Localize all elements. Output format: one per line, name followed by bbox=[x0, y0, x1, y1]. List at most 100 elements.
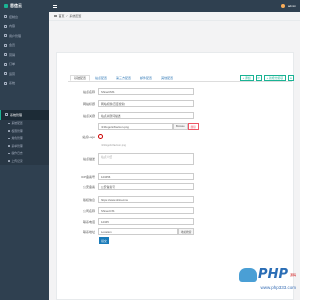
chart-icon bbox=[4, 72, 7, 76]
sidebar-subitem-label: 角色管理 bbox=[11, 136, 23, 141]
add-group-button[interactable]: + 新增分组项 bbox=[263, 75, 286, 81]
home-icon bbox=[54, 14, 57, 18]
icp-input[interactable]: 123456 bbox=[98, 173, 194, 180]
cart-icon bbox=[4, 62, 7, 66]
police-label: 公安备案 bbox=[82, 184, 95, 189]
address-input[interactable]: Location bbox=[98, 228, 178, 235]
logo-path-hint: /13/logo/ic/favicon.png bbox=[101, 144, 126, 147]
sidebar-item-dashboard[interactable]: 控制台 bbox=[0, 12, 49, 22]
cog-icon bbox=[5, 113, 8, 117]
sidebar-subitem-roles[interactable]: 角色管理 bbox=[0, 134, 49, 142]
user-icon bbox=[4, 34, 7, 38]
watermark: PHP 源码 bbox=[239, 267, 296, 282]
list-icon[interactable]: ≡ bbox=[288, 75, 294, 81]
site-title-label: 网站标题 bbox=[82, 101, 95, 106]
topbar-user[interactable]: admin bbox=[280, 4, 296, 8]
company-row: 公司名称 Shined.NS bbox=[70, 207, 194, 214]
sidebar-item-label: 系统管理 bbox=[10, 112, 23, 117]
bullet-icon bbox=[8, 152, 10, 154]
tab-divider bbox=[68, 81, 292, 82]
site-title-input[interactable]: 网站标题(百度搜索) bbox=[98, 100, 194, 107]
sidebar-item-system[interactable]: 系统 bbox=[0, 79, 49, 89]
browse-button[interactable]: Browse bbox=[173, 123, 188, 130]
site-name-input[interactable]: ShineCMS bbox=[98, 88, 194, 95]
sidebar-item-members[interactable]: 会员 bbox=[0, 41, 49, 51]
site-title-row: 网站标题 网站标题(百度搜索) bbox=[70, 100, 194, 107]
sidebar-item-users[interactable]: 用户管理 bbox=[0, 31, 49, 41]
bullet-icon bbox=[8, 130, 10, 132]
site-keywords-input[interactable]: 站点关键词描述 bbox=[98, 112, 194, 119]
delete-logo-button[interactable]: 删除 bbox=[187, 123, 199, 130]
sidebar-item-marketing[interactable]: 营销 bbox=[0, 50, 49, 60]
toolbar: + 添加 ⟳ + 新增分组项 ≡ bbox=[239, 75, 294, 81]
sidebar-item-label: 用户管理 bbox=[9, 33, 22, 38]
sidebar-subitem-label: 权限管理 bbox=[11, 128, 23, 133]
refresh-icon[interactable]: ⟳ bbox=[255, 75, 262, 81]
breadcrumb: 首页 / 系统配置 bbox=[49, 12, 300, 21]
sidebar-subitem-label: 上传记录 bbox=[11, 158, 23, 163]
copyright-input[interactable]: https://www.shinecms bbox=[98, 196, 194, 203]
breadcrumb-home[interactable]: 首页 bbox=[59, 14, 65, 18]
brand[interactable]: 思信云 bbox=[0, 0, 49, 12]
watermark-cn: 源码 bbox=[289, 272, 296, 277]
breadcrumb-separator: / bbox=[66, 14, 68, 18]
address-row: 联系地址 Location 地址检索 bbox=[70, 228, 195, 235]
topbar: admin bbox=[49, 0, 300, 12]
phone-row: 联系电话 12345 bbox=[70, 218, 194, 225]
sidebar-subitem-menus[interactable]: 菜单管理 bbox=[0, 142, 49, 150]
watermark-text: PHP bbox=[258, 267, 288, 282]
phone-label: 联系电话 bbox=[82, 219, 95, 224]
bullet-icon bbox=[8, 122, 10, 124]
site-desc-label: 站点描述 bbox=[82, 157, 95, 161]
sidebar-item-label: 系统 bbox=[9, 81, 16, 86]
logo-preview-image bbox=[98, 134, 103, 139]
add-button[interactable]: + 添加 bbox=[239, 75, 254, 81]
sidebar-item-label: 订单 bbox=[9, 62, 16, 67]
avatar bbox=[280, 4, 285, 8]
sidebar-subitem-label: 菜单管理 bbox=[11, 143, 23, 148]
site-name-row: 站点名称 ShineCMS bbox=[70, 88, 194, 95]
site-desc-row: 站点描述 站点介绍 bbox=[70, 153, 194, 165]
sidebar-item-content[interactable]: 内容 bbox=[0, 22, 49, 32]
elephant-logo-icon bbox=[239, 267, 258, 282]
police-row: 公安备案 公安备案号 bbox=[70, 183, 194, 190]
sidebar-item-label: 营销 bbox=[9, 52, 16, 57]
phone-input[interactable]: 12345 bbox=[98, 218, 194, 225]
brand-logo-icon bbox=[4, 4, 8, 8]
site-logo-file-input[interactable]: /13/logo/ic/favicon.png bbox=[98, 123, 173, 130]
site-desc-textarea[interactable]: 站点介绍 bbox=[98, 153, 194, 165]
sidebar-subitem-uploads[interactable]: 上传记录 bbox=[0, 157, 49, 165]
menu-toggle-icon[interactable] bbox=[53, 4, 57, 8]
brand-name: 思信云 bbox=[10, 3, 22, 8]
gear-icon bbox=[4, 81, 7, 85]
site-keywords-row: 站点关键 站点关键词描述 bbox=[70, 112, 194, 119]
police-input[interactable]: 公安备案号 bbox=[98, 183, 194, 190]
site-logo-preview-row: 站点Logo bbox=[70, 133, 103, 140]
sidebar-item-label: 会员 bbox=[9, 43, 16, 48]
users-icon bbox=[4, 43, 7, 47]
address-search-button[interactable]: 地址检索 bbox=[178, 228, 195, 235]
bullet-icon bbox=[8, 160, 10, 162]
sidebar-subitem-label: 操作日志 bbox=[11, 151, 23, 156]
bullet-icon bbox=[8, 137, 10, 139]
sidebar-subitem-config[interactable]: 系统配置 bbox=[0, 119, 49, 127]
company-label: 公司名称 bbox=[82, 208, 95, 213]
sidebar-subitem-permissions[interactable]: 权限管理 bbox=[0, 127, 49, 135]
home-icon bbox=[4, 15, 7, 19]
sidebar-subitem-label: 系统配置 bbox=[11, 121, 23, 126]
breadcrumb-current: 系统配置 bbox=[69, 14, 82, 18]
site-keywords-label: 站点关键 bbox=[82, 113, 95, 118]
sidebar-subitem-logs[interactable]: 操作日志 bbox=[0, 149, 49, 157]
sidebar-item-operations[interactable]: 运营 bbox=[0, 69, 49, 79]
submit-button[interactable]: 提交 bbox=[99, 237, 109, 244]
sidebar-item-orders[interactable]: 订单 bbox=[0, 60, 49, 70]
sidebar-item-label: 运营 bbox=[9, 71, 16, 76]
file-icon bbox=[4, 24, 7, 28]
icp-row: ICP备案号 123456 bbox=[70, 173, 194, 180]
company-input[interactable]: Shined.NS bbox=[98, 207, 194, 214]
tag-icon bbox=[4, 53, 7, 57]
sidebar-item-system-manage[interactable]: 系统管理 bbox=[0, 110, 49, 120]
sidebar: 思信云 控制台 内容 用户管理 会员 营销 订单 运营 系统 系统管理 系统配置… bbox=[0, 0, 49, 300]
site-name-label: 站点名称 bbox=[82, 89, 95, 94]
site-logo-label: 站点Logo bbox=[82, 134, 95, 139]
